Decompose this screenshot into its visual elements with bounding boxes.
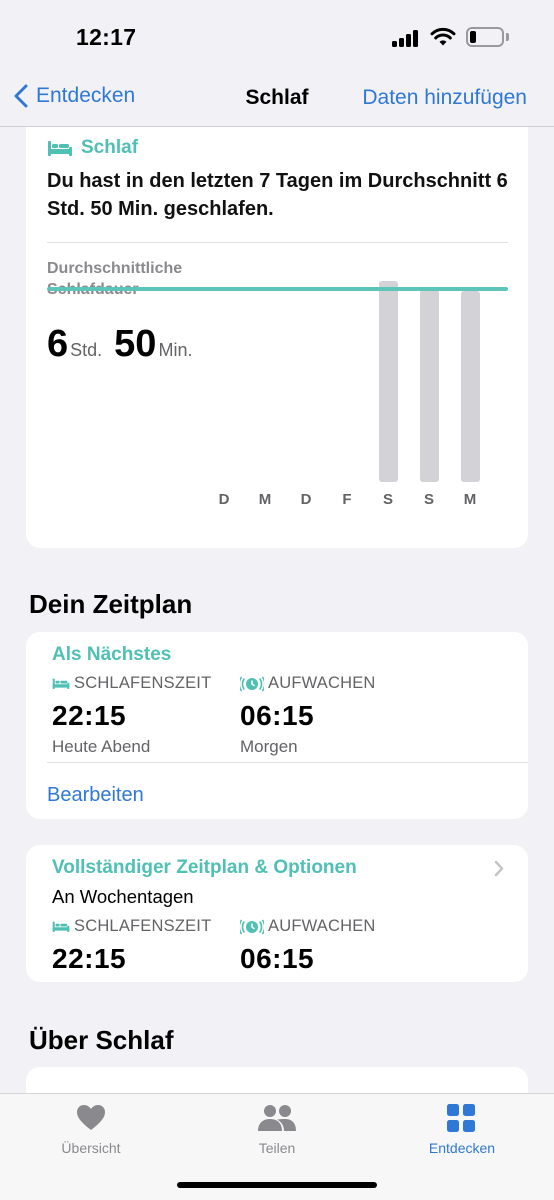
bedtime-value: 22:15 [52,943,127,974]
bedtime-value: 22:15 [52,700,127,731]
sleep-highlight-card[interactable]: Schlaf Du hast in den letzten 7 Tagen im… [26,127,528,548]
status-time: 12:17 [76,24,137,50]
bedtime-label: SCHLAFENSZEIT [74,917,212,935]
next-schedule-card: Als Nächstes SCHLAFENSZEIT 22:15 Heute A… [26,632,528,819]
weekday-label: An Wochentagen [52,886,194,907]
tab-label: Entdecken [428,1140,496,1156]
edit-button[interactable]: Bearbeiten [47,784,144,807]
chevron-right-icon [494,860,504,877]
wake-value: 06:15 [240,943,315,974]
home-indicator[interactable] [177,1182,377,1188]
tab-discover[interactable]: Entdecken [402,1094,522,1174]
sleep-bar [378,281,398,482]
status-bar: 12:17 [0,0,554,74]
wake-value: 06:15 [240,700,315,731]
day-label: F [342,491,352,508]
next-title: Als Nächstes [52,644,172,665]
grid-icon [447,1104,475,1132]
wifi-icon [430,27,456,46]
full-schedule-title: Vollständiger Zeitplan & Optionen [52,857,357,878]
navigation-bar: Entdecken Schlaf Daten hinzufügen [0,74,554,127]
about-card[interactable] [26,1067,528,1093]
wake-label: AUFWACHEN [268,674,376,692]
average-line [47,286,508,291]
sleep-bar [460,290,480,482]
wake-sub: Morgen [240,737,298,756]
tab-label: Teilen [258,1140,296,1156]
day-label: D [300,491,312,508]
schedule-section-title: Dein Zeitplan [29,589,193,619]
heart-icon [77,1105,105,1130]
day-label: M [463,491,477,508]
bedtime-column: SCHLAFENSZEIT 22:15 [52,917,211,975]
tab-share[interactable]: Teilen [217,1094,337,1174]
back-button[interactable]: Entdecken [14,84,135,108]
sleep-bar [419,289,439,482]
battery-cap [506,33,509,41]
alarm-icon [240,676,264,692]
add-data-button[interactable]: Daten hinzufügen [362,86,527,110]
bed-icon [52,678,70,690]
page-title: Schlaf [245,86,309,109]
battery-icon [466,27,504,47]
about-section-title: Über Schlaf [29,1025,174,1055]
day-label: D [218,491,230,508]
day-label: S [423,491,434,508]
people-icon [258,1105,296,1131]
cellular-signal-icon [392,30,420,47]
bed-icon [52,921,70,933]
bedtime-label: SCHLAFENSZEIT [74,674,212,692]
wake-column: AUFWACHEN 06:15 Morgen [240,674,376,757]
sleep-bar-chart: DMDFSSM [26,127,528,548]
tab-overview[interactable]: Übersicht [31,1094,151,1174]
day-label: S [382,491,393,508]
bedtime-sub: Heute Abend [52,737,151,756]
day-label: M [258,491,272,508]
divider [47,762,528,763]
scroll-content[interactable]: Schlaf Du hast in den letzten 7 Tagen im… [0,127,554,1093]
chevron-left-icon [14,84,28,108]
tab-label: Übersicht [61,1140,121,1156]
back-label: Entdecken [36,84,136,107]
alarm-icon [240,919,264,935]
full-schedule-card[interactable]: Vollständiger Zeitplan & Optionen An Woc… [26,845,528,982]
wake-label: AUFWACHEN [268,917,376,935]
wake-column: AUFWACHEN 06:15 [240,917,376,975]
bedtime-column: SCHLAFENSZEIT 22:15 Heute Abend [52,674,211,757]
